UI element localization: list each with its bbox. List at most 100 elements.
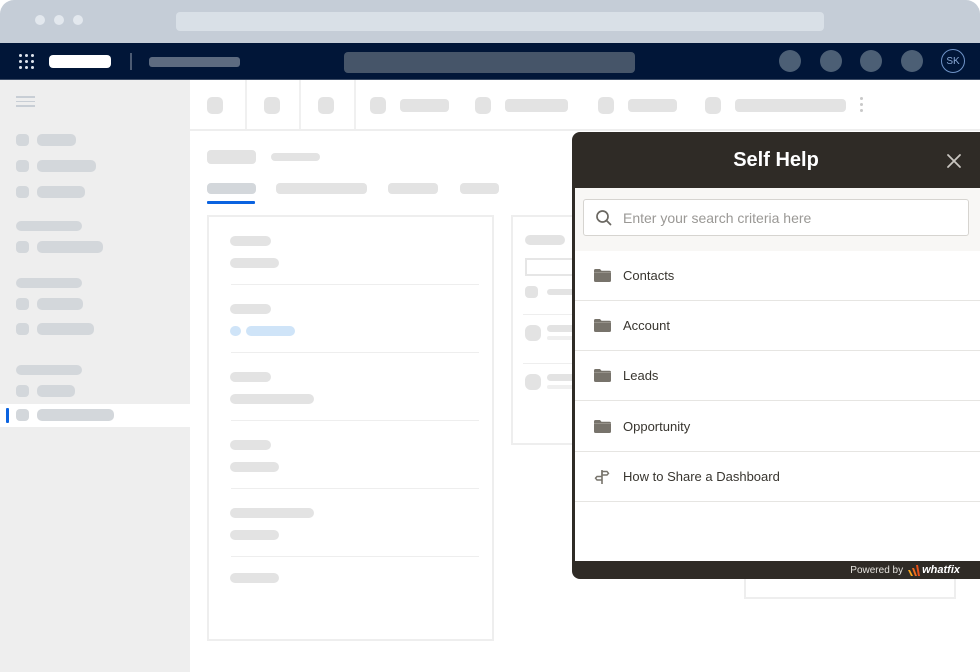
whatfix-brand-text: whatfix <box>922 564 960 576</box>
list-item-contacts[interactable]: Contacts <box>575 251 980 301</box>
self-help-widget: Self Help Enter your search criteria her… <box>572 132 980 579</box>
search-icon <box>596 209 612 225</box>
sidebar-item-icon[interactable] <box>16 323 29 335</box>
header-action-icon[interactable] <box>820 50 842 72</box>
toolbar-icon-button[interactable] <box>318 97 334 114</box>
field-label <box>230 440 271 450</box>
page-subtitle <box>271 153 320 161</box>
app-header: SK <box>0 43 980 80</box>
sidebar-item[interactable] <box>37 160 96 172</box>
signpost-icon <box>593 469 611 485</box>
address-bar[interactable] <box>176 12 824 31</box>
sidebar-item-icon[interactable] <box>16 186 29 198</box>
record-toolbar <box>190 80 980 131</box>
sidebar <box>0 80 190 672</box>
global-search-input[interactable] <box>344 52 635 73</box>
sidebar-item-active[interactable] <box>0 404 190 427</box>
field-value <box>230 258 279 268</box>
toolbar-button-icon[interactable] <box>598 97 614 114</box>
toolbar-button[interactable] <box>505 99 568 112</box>
toolbar-button[interactable] <box>628 99 677 112</box>
toolbar-divider <box>354 80 356 129</box>
sidebar-item[interactable] <box>37 298 83 310</box>
folder-icon <box>593 368 611 384</box>
sidebar-item[interactable] <box>37 323 94 335</box>
toolbar-button-icon[interactable] <box>370 97 386 114</box>
sidebar-item-label <box>37 409 114 421</box>
window-minimize-dot[interactable] <box>54 15 64 25</box>
self-help-footer: Powered by whatfix <box>572 561 980 579</box>
list-item-opportunity[interactable]: Opportunity <box>575 401 980 452</box>
tab-active-underline <box>207 201 255 204</box>
whatfix-logo[interactable]: whatfix <box>908 564 960 576</box>
sidebar-item[interactable] <box>37 134 76 146</box>
close-button[interactable] <box>944 151 964 171</box>
header-action-icon[interactable] <box>901 50 923 72</box>
sidebar-item-icon[interactable] <box>16 241 29 253</box>
divider <box>231 352 479 353</box>
search-box[interactable] <box>583 199 969 236</box>
app-name-placeholder <box>149 57 240 67</box>
field-value <box>230 394 314 404</box>
header-action-icon[interactable] <box>779 50 801 72</box>
tab[interactable] <box>460 183 499 194</box>
more-options-icon[interactable] <box>860 97 864 113</box>
sidebar-item-icon[interactable] <box>16 160 29 172</box>
field-value-link[interactable] <box>246 326 295 336</box>
list-item-label: Leads <box>623 368 659 383</box>
search-input[interactable] <box>623 209 953 226</box>
toolbar-divider <box>245 80 247 129</box>
field-label <box>230 508 314 518</box>
sidebar-section-heading <box>16 221 82 231</box>
search-area <box>575 188 980 251</box>
sidebar-item-icon[interactable] <box>16 134 29 146</box>
close-icon <box>947 154 961 168</box>
user-avatar[interactable]: SK <box>941 49 965 73</box>
toolbar-icon-button[interactable] <box>264 97 280 114</box>
divider <box>231 488 479 489</box>
self-help-body: Contacts Account Leads <box>575 188 980 561</box>
tab[interactable] <box>276 183 367 194</box>
card-title <box>525 235 565 245</box>
sidebar-item[interactable] <box>37 385 75 397</box>
tab-active[interactable] <box>207 183 256 194</box>
record-details-card <box>207 215 494 641</box>
toolbar-button[interactable] <box>400 99 449 112</box>
powered-by-text: Powered by <box>850 564 904 576</box>
sidebar-section-heading <box>16 365 82 375</box>
window-close-dot[interactable] <box>35 15 45 25</box>
divider <box>231 284 479 285</box>
app-launcher-icon[interactable] <box>19 54 34 69</box>
sidebar-item-icon[interactable] <box>16 298 29 310</box>
field-label <box>230 573 279 583</box>
sidebar-item-icon[interactable] <box>16 385 29 397</box>
menu-icon[interactable] <box>16 96 35 108</box>
toolbar-icon-button[interactable] <box>207 97 223 114</box>
list-item-account[interactable]: Account <box>575 301 980 351</box>
divider <box>231 556 479 557</box>
tab[interactable] <box>388 183 438 194</box>
header-action-icon[interactable] <box>860 50 882 72</box>
list-item-how-to-share-dashboard[interactable]: How to Share a Dashboard <box>575 452 980 502</box>
list-item-leads[interactable]: Leads <box>575 351 980 401</box>
app-logo[interactable] <box>49 55 111 68</box>
field-label <box>230 372 271 382</box>
sidebar-item[interactable] <box>37 186 85 198</box>
list-item-label: Contacts <box>623 268 675 283</box>
active-indicator <box>6 408 9 423</box>
page-title <box>207 150 256 164</box>
toolbar-button[interactable] <box>735 99 846 112</box>
toolbar-button-icon[interactable] <box>705 97 721 114</box>
self-help-title: Self Help <box>733 149 819 171</box>
field-value <box>230 462 279 472</box>
list-item-label: Account <box>623 318 670 333</box>
window-maximize-dot[interactable] <box>73 15 83 25</box>
activity-icon <box>525 325 541 341</box>
header-divider <box>130 53 132 70</box>
toolbar-button-icon[interactable] <box>475 97 491 114</box>
sidebar-item[interactable] <box>37 241 103 253</box>
toolbar-divider <box>299 80 301 129</box>
activity-icon <box>525 374 541 390</box>
field-label <box>230 236 271 246</box>
browser-chrome <box>0 0 980 43</box>
